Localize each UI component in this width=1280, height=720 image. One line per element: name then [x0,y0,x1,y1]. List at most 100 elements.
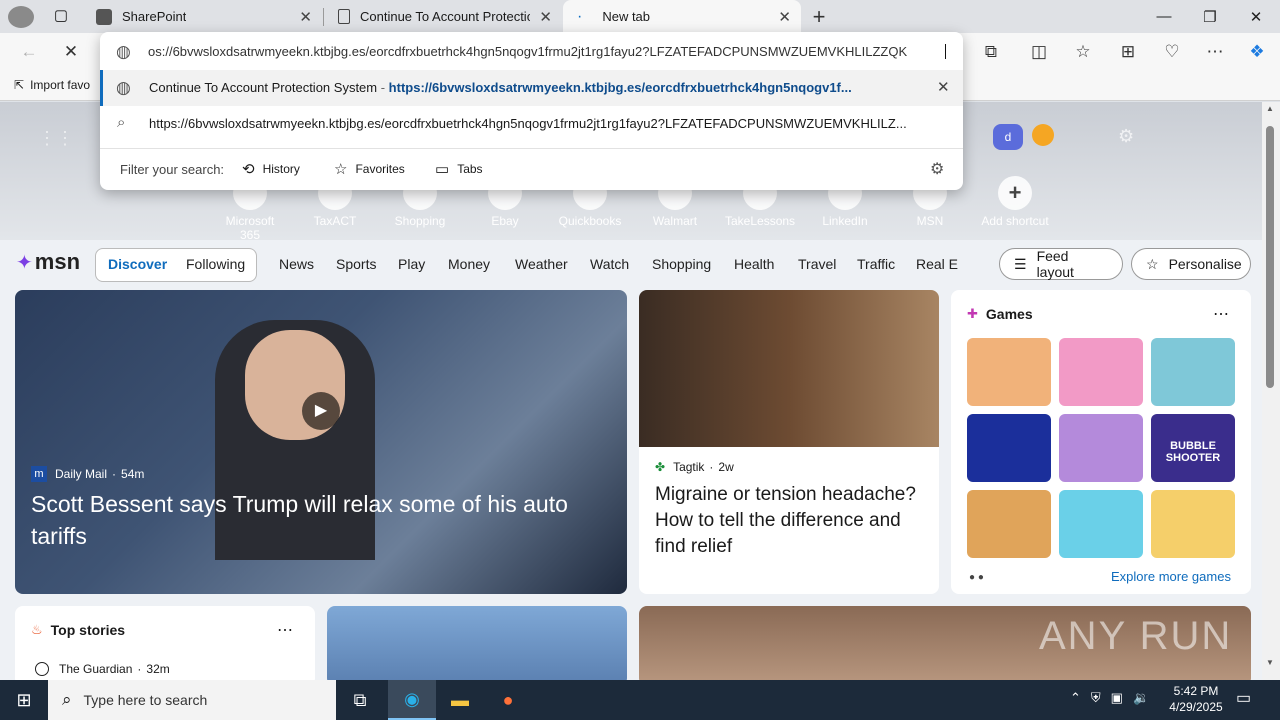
feed-layout-button[interactable]: ☰ Feed layout [999,248,1123,280]
page-settings-icon[interactable]: ⚙ [1118,126,1134,147]
following-tab[interactable]: Following [186,256,245,272]
tagtik-icon: ✤ [655,460,666,474]
browser-essentials-icon[interactable]: ♡ [1157,38,1187,66]
address-dropdown: ◍ os://6bvwsloxdsatrwmyeekn.ktbjbg.es/eo… [100,32,963,190]
nav-item[interactable]: Watch [590,256,629,272]
address-input[interactable]: os://6bvwsloxdsatrwmyeekn.ktbjbg.es/eorc… [148,44,946,59]
carousel-dots[interactable]: ● ● [969,572,984,583]
back-arrow-icon[interactable]: ← [14,38,44,66]
restore-button[interactable]: ❐ [1187,0,1233,33]
side-headline[interactable]: Migraine or tension headache? How to tel… [655,482,923,560]
tab-sharepoint[interactable]: SharePoint ✕ [82,0,322,33]
nav-item[interactable]: Health [734,256,774,272]
filter-favorites[interactable]: ☆ Favorites [334,160,405,178]
tab-new-tab[interactable]: · New tab ✕ [563,0,801,33]
solar-story-card[interactable] [327,606,627,680]
side-story-card[interactable]: ✤ Tagtik · 2w Migraine or tension headac… [639,290,939,594]
game-tile[interactable] [967,338,1051,406]
nav-item[interactable]: Weather [515,256,568,272]
tab-label: SharePoint [122,9,187,24]
sliders-icon: ☰ [1014,255,1027,272]
new-tab-button[interactable]: + [808,4,830,29]
game-tile[interactable] [967,490,1051,558]
hero-story-card[interactable]: ▶ m Daily Mail · 54m Scott Bessent says … [15,290,627,594]
chevron-up-icon[interactable]: ⌃ [1070,690,1081,706]
msn-logo[interactable]: ✦ msn [16,249,80,275]
nav-item[interactable]: Play [398,256,425,272]
close-window-button[interactable]: ✕ [1233,0,1279,33]
game-tile-label: BUBBLE SHOOTER [1165,440,1221,464]
settings-more-icon[interactable]: ⋯ [1200,38,1230,66]
tab-actions-icon[interactable]: ▢ [48,6,74,28]
game-tile[interactable] [967,414,1051,482]
windows-start-icon[interactable]: ⊞ [0,680,48,720]
volume-icon[interactable]: 🔉 [1133,690,1149,706]
story-image [639,290,939,447]
remove-suggestion-icon[interactable]: ✕ [937,78,950,96]
scrollbar-thumb[interactable] [1266,126,1274,388]
lower-story-card[interactable]: ANY RUN [639,606,1251,680]
stop-loading-icon[interactable]: ✕ [56,38,86,66]
weather-icon[interactable] [1032,124,1054,146]
apps-grid-icon[interactable]: ⋮⋮ [38,128,74,149]
game-tile[interactable] [1059,338,1143,406]
tab-account-protection[interactable]: Continue To Account Protection ✕ [324,0,562,33]
game-tile[interactable] [1151,490,1235,558]
explore-games-link[interactable]: Explore more games [1111,569,1231,584]
edge-icon[interactable]: ◉ [388,680,436,720]
minimize-button[interactable]: — [1141,0,1187,33]
history-icon: ⟲ [242,161,255,178]
game-tile[interactable] [1151,338,1235,406]
rewards-icon[interactable]: d [993,124,1023,150]
profile-avatar[interactable] [8,6,34,28]
close-icon[interactable]: ✕ [778,8,791,26]
filter-history[interactable]: ⟲ History [242,160,300,178]
dot-separator: · [709,460,714,474]
split-screen-icon[interactable]: ◫ [1024,38,1054,66]
game-tile[interactable]: BUBBLE SHOOTER [1151,414,1235,482]
shortcut-label: Ebay [491,214,519,228]
discover-tab[interactable]: Discover [108,256,167,272]
shortcut-tile[interactable]: + Add shortcut [980,176,1050,228]
game-tile[interactable] [1059,490,1143,558]
divider [100,148,963,149]
extensions-icon[interactable]: ⧉ [976,38,1006,66]
nav-item[interactable]: Real E [916,256,958,272]
import-favorites-link[interactable]: ⇱ Import favo [14,78,90,92]
hero-headline[interactable]: Scott Bessent says Trump will relax some… [31,488,611,552]
msn-logo-text: msn [34,249,81,274]
filter-label-favorites: Favorites [355,162,405,176]
search-settings-icon[interactable]: ⚙ [930,159,944,179]
more-options-icon[interactable]: ⋯ [1213,304,1229,324]
clock[interactable]: 5:42 PM 4/29/2025 [1164,683,1228,715]
play-icon[interactable]: ▶ [302,392,340,430]
scroll-up-icon[interactable]: ▲ [1266,104,1274,113]
suggestion-text: Continue To Account Protection System - … [149,80,919,95]
page-scrollbar[interactable]: ▲ ▼ [1262,102,1280,680]
suggestion-search[interactable]: ⌕ https://6bvwsloxdsatrwmyeekn.ktbjbg.es… [100,106,963,142]
nav-item[interactable]: Shopping [652,256,711,272]
taskbar-search[interactable]: ⌕ Type here to search [48,680,336,720]
personalise-button[interactable]: ☆ Personalise [1131,248,1251,280]
copilot-icon[interactable]: ❖ [1242,38,1272,66]
close-icon[interactable]: ✕ [299,8,312,26]
game-tile[interactable] [1059,414,1143,482]
nav-item[interactable]: News [279,256,314,272]
task-view-icon[interactable]: ⧉ [336,680,384,720]
nav-item[interactable]: Travel [798,256,836,272]
filter-tabs[interactable]: ▭ Tabs [435,160,483,178]
nav-item[interactable]: Traffic [857,256,895,272]
nav-item[interactable]: Sports [336,256,376,272]
firefox-icon[interactable]: ● [484,680,532,720]
scroll-down-icon[interactable]: ▼ [1266,658,1274,667]
file-explorer-icon[interactable]: ▬ [436,680,484,720]
close-icon[interactable]: ✕ [539,8,552,26]
favorites-star-icon[interactable]: ☆ [1068,38,1098,66]
nav-item[interactable]: Money [448,256,490,272]
more-options-icon[interactable]: ⋯ [277,620,293,640]
collections-icon[interactable]: ⊞ [1113,38,1143,66]
network-icon[interactable]: ▣ [1111,690,1123,706]
security-icon[interactable]: ⛨ [1091,690,1101,706]
suggestion-top-site[interactable]: ◍ Continue To Account Protection System … [100,70,963,106]
notifications-icon[interactable]: ▭ [1236,688,1251,708]
